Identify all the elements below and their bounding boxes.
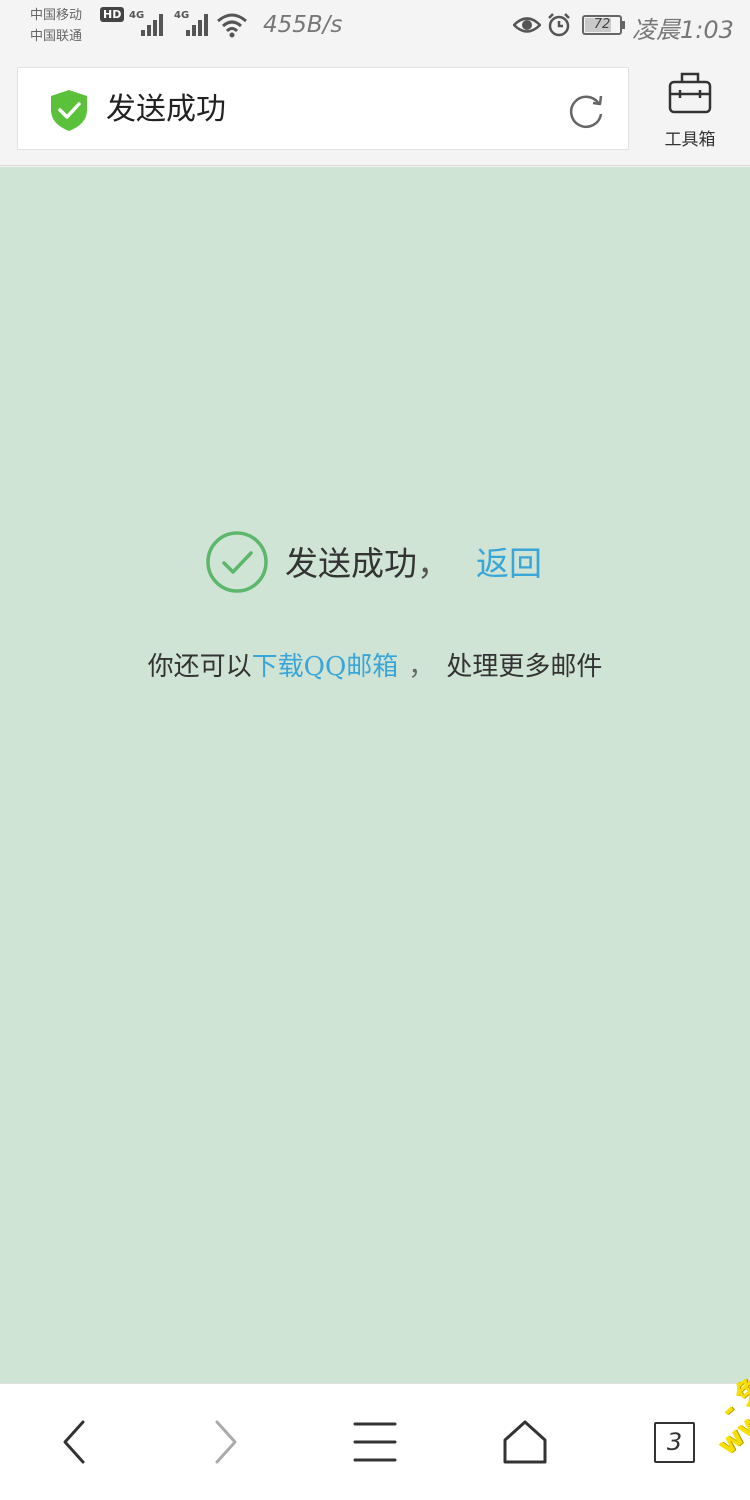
toolbox-label: 工具箱 <box>664 130 716 150</box>
back-link[interactable]: 返回 <box>476 544 542 583</box>
battery-icon: 72 <box>582 15 622 35</box>
carrier-1: 中国移动 <box>30 8 83 23</box>
bottom-navigation: 3 <box>0 1383 750 1500</box>
status-bar: 中国移动 中国联通 HD 4G 4G 455B/s 72 凌晨1:03 <box>0 0 750 54</box>
shield-check-icon <box>51 90 87 131</box>
battery-tip <box>622 21 625 29</box>
download-qqmail-link[interactable]: 下载QQ邮箱 <box>252 652 399 682</box>
back-icon[interactable] <box>45 1412 105 1472</box>
download-hint: 你还可以下载QQ邮箱 ， 处理更多邮件 <box>0 647 750 687</box>
home-icon[interactable] <box>495 1412 555 1472</box>
hint-separator: ， <box>408 652 435 682</box>
toolbox-icon <box>668 72 712 114</box>
page-title: 发送成功 <box>106 92 226 127</box>
comma: ， <box>417 544 450 583</box>
address-bar[interactable]: 发送成功 <box>17 67 629 150</box>
refresh-icon[interactable] <box>566 90 606 130</box>
carrier-names: 中国移动 中国联通 <box>30 5 82 47</box>
forward-icon[interactable] <box>195 1412 255 1472</box>
hint-prefix: 你还可以 <box>147 652 252 682</box>
signal-icon: 4G <box>129 10 169 36</box>
tab-count: 3 <box>666 1428 683 1456</box>
hd-badge: HD <box>100 7 125 22</box>
network-type-2: 4G <box>174 10 190 21</box>
browser-toolbar: 发送成功 工具箱 <box>0 54 750 166</box>
signal-icon: 4G <box>174 10 214 36</box>
carrier-2: 中国联通 <box>30 29 83 44</box>
success-message: 发送成功， 返回 <box>285 540 542 588</box>
toolbox-button[interactable]: 工具箱 <box>650 68 730 150</box>
network-type-1: 4G <box>129 10 145 21</box>
battery-level: 72 <box>593 17 611 32</box>
wifi-icon <box>217 13 247 38</box>
tabs-icon[interactable]: 3 <box>654 1422 695 1463</box>
main-content: 发送成功， 返回 你还可以下载QQ邮箱，处理更多邮件 <box>0 167 750 1383</box>
success-text: 发送成功 <box>285 544 417 583</box>
hint-suffix: 处理更多邮件 <box>446 652 603 682</box>
network-speed: 455B/s <box>263 12 343 38</box>
menu-icon[interactable] <box>345 1412 405 1472</box>
alarm-icon <box>548 13 570 37</box>
eye-icon <box>513 17 541 33</box>
check-circle-icon <box>206 531 268 593</box>
clock: 凌晨1:03 <box>632 16 734 44</box>
